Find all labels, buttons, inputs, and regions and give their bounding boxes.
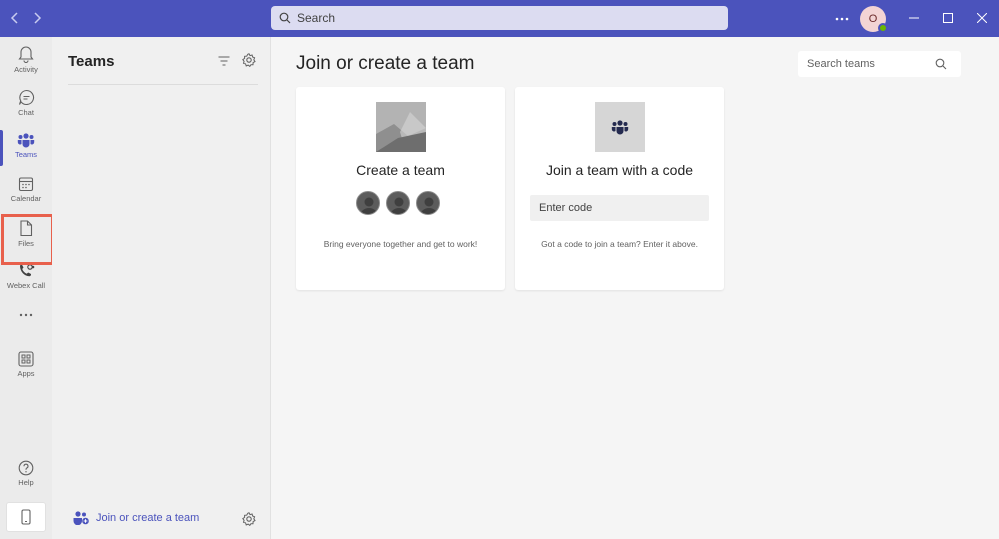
join-or-create-team-label: Join or create a team <box>96 511 200 524</box>
rail-label: Webex Call <box>6 281 46 290</box>
create-team-description: Bring everyone together and get to work! <box>323 239 478 249</box>
maximize-icon <box>943 13 953 23</box>
webex-call-highlight <box>1 214 54 265</box>
more-options-button[interactable] <box>832 9 852 27</box>
rail-item-teams[interactable]: Teams <box>0 126 52 170</box>
join-team-image <box>595 102 645 152</box>
mobile-app-button[interactable] <box>6 502 46 532</box>
manage-teams-button[interactable] <box>241 52 257 68</box>
rail-label: Apps <box>17 369 35 378</box>
teams-list-pane: Teams Join or create a team <box>52 37 271 539</box>
close-icon <box>977 13 987 23</box>
rail-item-calendar[interactable]: Calendar <box>0 170 52 214</box>
teams-pane-title: Teams <box>68 53 115 70</box>
search-icon <box>279 12 291 24</box>
webex-call-icon <box>19 264 34 277</box>
filter-icon <box>218 56 230 66</box>
member-avatar-icon <box>356 191 380 215</box>
chat-icon <box>18 89 34 106</box>
bell-icon <box>18 46 34 63</box>
team-add-icon <box>73 511 89 525</box>
gear-icon <box>242 512 256 526</box>
team-settings-button[interactable] <box>241 511 257 527</box>
back-arrow-icon[interactable] <box>6 9 24 27</box>
create-team-card[interactable]: Create a team Bring everyone together an… <box>296 87 505 290</box>
maximize-button[interactable] <box>938 8 958 28</box>
join-or-create-team-link[interactable]: Join or create a team <box>72 510 199 525</box>
create-team-title: Create a team <box>356 162 445 178</box>
rail-label: Calendar <box>10 194 42 203</box>
rail-label: Chat <box>18 108 34 117</box>
rail-label: Teams <box>14 150 38 159</box>
team-code-input[interactable] <box>530 195 709 221</box>
filter-button[interactable] <box>216 53 232 69</box>
join-team-description: Got a code to join a team? Enter it abov… <box>541 239 698 249</box>
join-team-card: Join a team with a code Got a code to jo… <box>515 87 724 290</box>
app-rail: Activity Chat Teams Calendar Files Webex… <box>0 37 52 539</box>
title-bar: O <box>0 0 999 37</box>
search-teams-box[interactable] <box>798 51 961 77</box>
help-icon <box>18 460 34 476</box>
minimize-button[interactable] <box>904 8 924 28</box>
search-teams-input[interactable] <box>807 58 935 70</box>
forward-arrow-icon[interactable] <box>28 9 46 27</box>
page-title: Join or create a team <box>296 53 475 74</box>
ellipsis-icon <box>835 17 849 21</box>
apps-icon <box>18 351 34 367</box>
pane-divider <box>68 84 258 85</box>
rail-more-apps-button[interactable] <box>0 307 52 337</box>
rail-label: Activity <box>14 65 38 74</box>
rail-item-apps[interactable]: Apps <box>0 345 52 389</box>
presence-status-icon <box>878 23 888 33</box>
user-avatar[interactable]: O <box>860 6 888 33</box>
rail-item-help[interactable]: Help <box>0 454 52 498</box>
global-search-bar[interactable] <box>271 6 728 30</box>
join-team-title: Join a team with a code <box>545 162 694 178</box>
member-avatar-icon <box>416 191 440 215</box>
team-image-placeholder-icon <box>376 102 426 152</box>
minimize-icon <box>909 17 919 19</box>
rail-item-activity[interactable]: Activity <box>0 39 52 83</box>
rail-item-chat[interactable]: Chat <box>0 83 52 127</box>
gear-icon <box>242 53 256 67</box>
calendar-icon <box>18 177 34 192</box>
teams-icon <box>611 120 629 135</box>
global-search-input[interactable] <box>297 11 697 25</box>
teams-icon <box>17 133 35 148</box>
member-avatar-icon <box>386 191 410 215</box>
rail-label: Help <box>18 478 34 487</box>
close-button[interactable] <box>972 8 992 28</box>
search-icon <box>935 58 947 70</box>
avatar-initial: O <box>868 13 878 25</box>
mobile-phone-icon <box>21 509 31 525</box>
ellipsis-icon <box>19 313 33 317</box>
